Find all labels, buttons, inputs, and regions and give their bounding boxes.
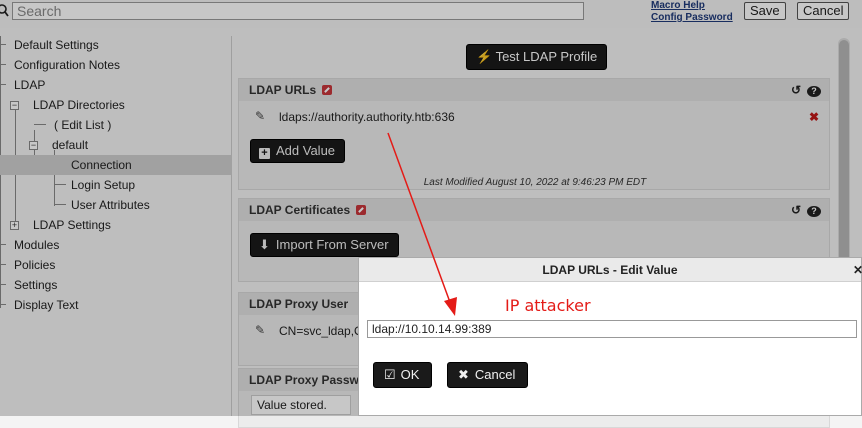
annotation-label: IP attacker bbox=[505, 296, 591, 315]
annotation-arrow bbox=[387, 132, 457, 316]
